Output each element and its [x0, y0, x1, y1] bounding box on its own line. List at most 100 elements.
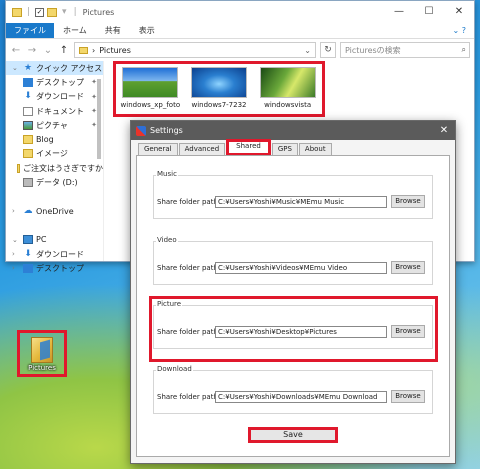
file-item[interactable]: windows7-7232	[188, 67, 250, 109]
folder-icon	[79, 46, 88, 54]
up-arrow-icon[interactable]: ↑	[58, 45, 70, 56]
image-thumbnail	[122, 67, 179, 98]
video-path-field[interactable]: C:¥Users¥Yoshi¥Videos¥MEmu Video	[215, 261, 387, 274]
expand-arrow-icon[interactable]: ⌄	[12, 64, 20, 72]
nav-item-quick-access[interactable]: ⌄ ★ クイック アクセス	[6, 61, 103, 76]
settings-dialog: Settings ✕ General Advanced Shared GPS A…	[130, 120, 456, 464]
cloud-icon: ☁	[23, 205, 33, 216]
tab-advanced[interactable]: Advanced	[178, 143, 226, 155]
download-path-field[interactable]: C:¥Users¥Yoshi¥Downloads¥MEmu Download	[215, 390, 387, 403]
desktop-pictures-folder[interactable]: Pictures	[17, 330, 67, 377]
nav-item-data-drive[interactable]: データ (D:)	[6, 175, 103, 189]
nav-item-blog[interactable]: Blog	[6, 132, 103, 146]
shared-tab-panel: Music Share folder path C:¥Users¥Yoshi¥M…	[136, 155, 450, 457]
tab-general[interactable]: General	[138, 143, 178, 155]
search-placeholder: Picturesの検索	[345, 45, 401, 55]
new-folder-icon[interactable]	[47, 7, 58, 17]
share-path-label: Share folder path	[157, 327, 218, 336]
forward-arrow-icon[interactable]: →	[26, 45, 38, 56]
quick-access-toolbar: | ✓ ▾ |	[12, 7, 79, 17]
download-group: Download Share folder path C:¥Users¥Yosh…	[153, 365, 433, 415]
tab-about[interactable]: About	[298, 143, 332, 155]
picture-path-field[interactable]: C:¥Users¥Yoshi¥Desktop¥Pictures	[215, 325, 387, 338]
nav-item-gochiusa[interactable]: ご注文はうさぎですか	[6, 161, 103, 175]
nav-item-pc-downloads[interactable]: › ⬇ ダウンロード	[6, 247, 103, 261]
desktop-icon	[23, 77, 33, 87]
video-browse-button[interactable]: Browse	[391, 261, 425, 274]
download-icon: ⬇	[24, 248, 32, 259]
desktop-icon-label: Pictures	[28, 364, 56, 372]
download-browse-button[interactable]: Browse	[391, 390, 425, 403]
ribbon-tabs: ファイル ホーム 共有 表示 ⌄ ?	[6, 23, 474, 39]
navigation-pane: ⌄ ★ クイック アクセス デスクトップ ✦ ⬇ ダウンロード ✦ ドキュメント…	[6, 61, 104, 273]
nav-item-onedrive[interactable]: › ☁ OneDrive	[6, 204, 103, 218]
search-icon: ⌕	[461, 45, 466, 54]
nav-item-pc-desktop[interactable]: › デスクトップ	[6, 261, 103, 275]
share-path-label: Share folder path	[157, 197, 218, 206]
close-icon[interactable]: ✕	[444, 1, 474, 23]
dialog-title: Settings	[150, 126, 183, 135]
pc-icon	[23, 235, 33, 245]
expand-arrow-icon[interactable]: ›	[12, 207, 20, 215]
folder-icon	[16, 163, 20, 173]
group-title: Music	[156, 170, 178, 178]
minimize-icon[interactable]: —	[384, 1, 414, 23]
pictures-folder-icon	[31, 337, 53, 363]
refresh-icon[interactable]: ↻	[320, 42, 336, 58]
search-input[interactable]: Picturesの検索 ⌕	[340, 42, 470, 58]
window-controls: — ☐ ✕	[384, 1, 474, 23]
file-item[interactable]: windowsvista	[257, 67, 319, 109]
picture-group: Picture Share folder path C:¥Users¥Yoshi…	[153, 300, 433, 350]
nav-item-documents[interactable]: ドキュメント ✦	[6, 104, 103, 118]
qat-dropdown-icon[interactable]: ▾	[62, 7, 67, 17]
nav-pane-scrollbar[interactable]	[96, 61, 102, 261]
video-group: Video Share folder path C:¥Users¥Yoshi¥V…	[153, 236, 433, 286]
memu-logo-icon	[136, 125, 146, 136]
picture-browse-button[interactable]: Browse	[391, 325, 425, 338]
back-arrow-icon[interactable]: ←	[10, 45, 22, 56]
nav-item-pc[interactable]: ⌄ PC	[6, 233, 103, 247]
window-title: Pictures	[82, 7, 115, 17]
help-icon[interactable]: ⌄ ?	[445, 23, 475, 38]
ribbon-tab-home[interactable]: ホーム	[54, 23, 96, 38]
nav-item-downloads[interactable]: ⬇ ダウンロード ✦	[6, 90, 103, 104]
folder-icon	[23, 149, 33, 159]
document-icon	[23, 106, 33, 116]
tab-shared[interactable]: Shared	[226, 139, 271, 156]
folder-icon	[23, 135, 33, 145]
close-icon[interactable]: ✕	[433, 125, 455, 136]
ribbon-tab-share[interactable]: 共有	[96, 23, 130, 38]
image-files-highlight: windows_xp_foto windows7-7232 windowsvis…	[113, 61, 325, 117]
address-path: Pictures	[99, 45, 131, 55]
image-thumbnail	[190, 67, 247, 98]
folder-icon	[12, 7, 22, 17]
address-bar[interactable]: › Pictures ⌄	[74, 42, 316, 58]
expand-arrow-icon[interactable]: ⌄	[12, 236, 20, 244]
maximize-icon[interactable]: ☐	[414, 1, 444, 23]
group-title: Video	[156, 236, 178, 244]
image-thumbnail	[259, 67, 316, 98]
music-group: Music Share folder path C:¥Users¥Yoshi¥M…	[153, 170, 433, 220]
recent-dropdown-icon[interactable]: ⌄	[42, 45, 54, 56]
drive-icon	[23, 178, 33, 188]
expand-arrow-icon[interactable]: ›	[12, 264, 20, 272]
tab-gps[interactable]: GPS	[271, 143, 298, 155]
nav-item-pictures[interactable]: ピクチャ ✦	[6, 118, 103, 132]
ribbon-tab-file[interactable]: ファイル	[6, 23, 54, 38]
music-path-field[interactable]: C:¥Users¥Yoshi¥Music¥MEmu Music	[215, 195, 387, 208]
expand-arrow-icon[interactable]: ›	[12, 250, 20, 258]
save-button[interactable]: Save	[248, 427, 338, 443]
navigation-bar: ← → ⌄ ↑ › Pictures ⌄ ↻ Picturesの検索 ⌕	[6, 39, 474, 61]
properties-check-icon[interactable]: ✓	[35, 7, 45, 17]
file-item[interactable]: windows_xp_foto	[119, 67, 181, 109]
star-icon: ★	[23, 62, 33, 73]
address-dropdown-icon[interactable]: ⌄	[304, 46, 315, 55]
ribbon-tab-view[interactable]: 表示	[130, 23, 164, 38]
nav-item-image[interactable]: イメージ	[6, 147, 103, 161]
nav-item-desktop[interactable]: デスクトップ ✦	[6, 75, 103, 89]
dialog-titlebar: Settings ✕	[131, 121, 455, 140]
download-icon: ⬇	[24, 91, 32, 102]
music-browse-button[interactable]: Browse	[391, 195, 425, 208]
pictures-icon	[23, 120, 33, 130]
group-title: Picture	[156, 300, 183, 308]
